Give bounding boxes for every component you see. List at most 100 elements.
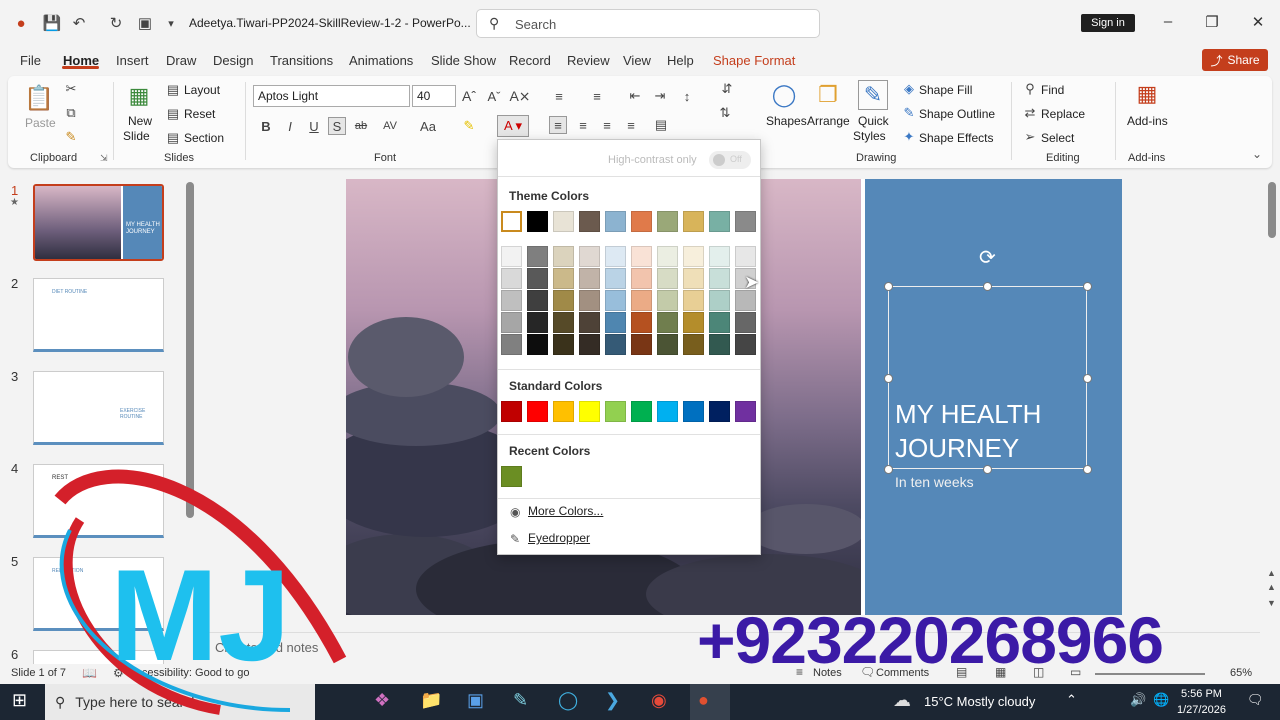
color-swatch[interactable] xyxy=(553,334,574,355)
save-icon[interactable]: 💾 xyxy=(41,12,63,34)
paste-icon[interactable]: 📋 xyxy=(24,82,54,114)
tab-draw[interactable]: Draw xyxy=(166,53,196,68)
color-swatch[interactable] xyxy=(605,268,626,289)
tab-record[interactable]: Record xyxy=(509,53,551,68)
color-swatch[interactable] xyxy=(631,211,652,232)
color-swatch[interactable] xyxy=(501,290,522,311)
sign-in-button[interactable]: Sign in xyxy=(1081,14,1135,32)
color-swatch[interactable] xyxy=(527,401,548,422)
color-swatch[interactable] xyxy=(579,312,600,333)
section-button[interactable]: Section xyxy=(184,131,224,145)
chrome-icon[interactable]: ◉ xyxy=(651,690,667,711)
color-swatch[interactable] xyxy=(683,312,704,333)
slide-thumbnail-3[interactable]: EXERCISE ROUTINE xyxy=(33,371,164,445)
color-swatch[interactable] xyxy=(553,312,574,333)
color-swatch[interactable] xyxy=(657,312,678,333)
color-swatch[interactable] xyxy=(579,290,600,311)
reset-icon[interactable]: ▤ xyxy=(164,105,182,123)
present-icon[interactable]: ▣ xyxy=(134,12,156,34)
color-swatch[interactable] xyxy=(657,268,678,289)
color-swatch[interactable] xyxy=(709,290,730,311)
redo-icon[interactable]: ↻ xyxy=(105,12,127,34)
color-swatch[interactable] xyxy=(631,268,652,289)
resize-handle[interactable] xyxy=(884,465,893,474)
bold-icon[interactable]: B xyxy=(257,117,275,135)
color-swatch[interactable] xyxy=(735,401,756,422)
color-swatch[interactable] xyxy=(683,334,704,355)
resize-handle[interactable] xyxy=(1083,282,1092,291)
color-swatch[interactable] xyxy=(553,268,574,289)
color-swatch[interactable] xyxy=(527,312,548,333)
notifications-icon[interactable]: 🗨 xyxy=(1247,692,1264,708)
next-slide-icon[interactable]: ▼ xyxy=(1267,598,1276,608)
bullets-icon[interactable]: ≡ xyxy=(550,87,568,105)
columns-icon[interactable]: ▤ xyxy=(652,116,670,134)
color-swatch[interactable] xyxy=(735,312,756,333)
color-swatch[interactable] xyxy=(501,334,522,355)
resize-handle[interactable] xyxy=(983,465,992,474)
copilot-icon[interactable]: ❖ xyxy=(374,690,390,711)
taskbar-active-app[interactable] xyxy=(690,684,730,720)
resize-handle[interactable] xyxy=(884,374,893,383)
slide-subtitle[interactable]: In ten weeks xyxy=(895,474,974,490)
windows-start-icon[interactable]: ⊞ xyxy=(12,690,27,711)
shape-outline-icon[interactable]: ✎ xyxy=(900,104,918,122)
find-icon[interactable]: ⚲ xyxy=(1021,80,1039,98)
new-slide-label-2[interactable]: Slide xyxy=(123,129,150,143)
font-color-icon[interactable]: A ▾ xyxy=(497,115,529,137)
tab-help[interactable]: Help xyxy=(667,53,694,68)
powerpoint-taskbar-icon[interactable]: ● xyxy=(698,690,709,711)
scroll-up-icon[interactable]: ▲ xyxy=(1267,568,1276,578)
arrange-icon[interactable]: ❐ xyxy=(813,80,843,110)
color-swatch[interactable] xyxy=(631,290,652,311)
color-swatch[interactable] xyxy=(579,268,600,289)
decrease-indent-icon[interactable]: ⇤ xyxy=(626,87,644,105)
strikethrough-icon[interactable]: ab xyxy=(352,117,370,135)
share-button[interactable]: ⤴ Share xyxy=(1202,49,1268,71)
color-swatch[interactable] xyxy=(501,246,522,267)
color-swatch[interactable] xyxy=(735,290,756,311)
align-text-icon[interactable]: ⇅ xyxy=(716,104,734,122)
align-right-icon[interactable]: ≡ xyxy=(598,116,616,134)
color-swatch[interactable] xyxy=(579,246,600,267)
clock-time[interactable]: 5:56 PM xyxy=(1181,688,1222,700)
color-swatch[interactable] xyxy=(683,268,704,289)
justify-icon[interactable]: ≡ xyxy=(622,116,640,134)
new-slide-label-1[interactable]: New xyxy=(128,114,152,128)
color-swatch[interactable] xyxy=(605,334,626,355)
color-swatch[interactable] xyxy=(501,466,522,487)
shape-effects-icon[interactable]: ✦ xyxy=(900,128,918,146)
color-swatch[interactable] xyxy=(631,401,652,422)
color-swatch[interactable] xyxy=(527,211,548,232)
slide-scrollbar[interactable] xyxy=(1268,182,1276,238)
color-swatch[interactable] xyxy=(657,334,678,355)
color-swatch[interactable] xyxy=(709,334,730,355)
color-swatch[interactable] xyxy=(631,312,652,333)
replace-button[interactable]: Replace xyxy=(1041,107,1085,121)
shadow-icon[interactable]: S xyxy=(328,117,346,135)
text-direction-icon[interactable]: ⇵ xyxy=(718,80,736,98)
color-swatch[interactable] xyxy=(657,246,678,267)
select-icon[interactable]: ➢ xyxy=(1021,128,1039,146)
tab-shape-format[interactable]: Shape Format xyxy=(713,53,795,68)
color-swatch[interactable] xyxy=(553,246,574,267)
align-left-icon[interactable]: ≡ xyxy=(549,116,567,134)
color-swatch[interactable] xyxy=(683,246,704,267)
close-icon[interactable]: ✕ xyxy=(1248,13,1268,31)
highlight-icon[interactable]: ✎ xyxy=(460,117,478,135)
color-swatch[interactable] xyxy=(683,290,704,311)
reset-button[interactable]: Reset xyxy=(184,107,215,121)
color-swatch[interactable] xyxy=(579,401,600,422)
font-size-dropdown[interactable]: 40 xyxy=(412,85,456,107)
line-spacing-icon[interactable]: ↕ xyxy=(678,87,696,105)
tab-view[interactable]: View xyxy=(623,53,651,68)
color-swatch[interactable] xyxy=(683,211,704,232)
volume-icon[interactable]: 🔊 xyxy=(1130,692,1146,708)
color-swatch[interactable] xyxy=(527,246,548,267)
color-swatch[interactable] xyxy=(709,312,730,333)
store-icon[interactable]: ▣ xyxy=(467,690,484,711)
resize-handle[interactable] xyxy=(884,282,893,291)
new-slide-icon[interactable]: ▦ xyxy=(124,82,154,110)
tab-file[interactable]: File xyxy=(20,53,41,68)
slide-thumbnail-1[interactable]: MY HEALTH JOURNEY xyxy=(33,184,164,261)
